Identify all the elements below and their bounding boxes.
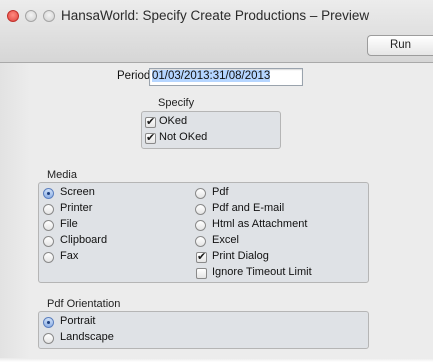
specify-label: Specify [158,97,195,109]
oked-label: OKed [159,115,188,127]
not-oked-label: Not OKed [159,131,208,143]
print-dialog-checkbox[interactable] [196,250,207,263]
html-as-attachment-radio[interactable] [195,220,206,231]
printer-label: Printer [60,202,93,214]
zoom-window-icon[interactable] [43,10,55,22]
run-button[interactable]: Run [367,35,433,56]
portrait-radio[interactable] [43,317,54,328]
pdf-orientation-label: Pdf Orientation [47,298,121,310]
clipboard-radio[interactable] [43,236,54,247]
period-input[interactable]: 01/03/2013:31/08/2013 [149,68,303,86]
minimize-window-icon[interactable] [25,10,37,22]
close-window-icon[interactable] [7,10,19,22]
media-label: Media [47,169,77,181]
title-bar: HansaWorld: Specify Create Productions –… [0,0,433,63]
file-label: File [60,218,78,230]
fax-radio[interactable] [43,252,54,263]
window-title: HansaWorld: Specify Create Productions –… [61,8,370,23]
not-oked-checkbox[interactable] [145,131,156,144]
printer-radio[interactable] [43,204,54,215]
print-dialog-label: Print Dialog [212,250,269,262]
ignore-timeout-limit-checkbox[interactable] [196,268,207,279]
pdf-label: Pdf [212,186,229,198]
oked-checkbox[interactable] [145,115,156,128]
excel-radio[interactable] [195,236,206,247]
landscape-radio[interactable] [43,333,54,344]
file-radio[interactable] [43,220,54,231]
pdf-and-email-label: Pdf and E-mail [212,202,285,214]
html-as-attachment-label: Html as Attachment [212,218,308,230]
window-bottom-edge [0,358,433,362]
excel-label: Excel [212,234,239,246]
fax-label: Fax [60,250,79,262]
period-value: 01/03/2013:31/08/2013 [152,70,271,82]
screen-label: Screen [60,186,95,198]
clipboard-label: Clipboard [60,234,108,246]
portrait-label: Portrait [60,315,96,327]
ignore-timeout-limit-label: Ignore Timeout Limit [212,266,312,278]
landscape-label: Landscape [60,331,114,343]
report-window: HansaWorld: Specify Create Productions –… [0,0,433,362]
pdf-radio[interactable] [195,188,206,199]
period-label: Period [117,70,151,82]
screen-radio[interactable] [43,188,54,199]
pdf-and-email-radio[interactable] [195,204,206,215]
